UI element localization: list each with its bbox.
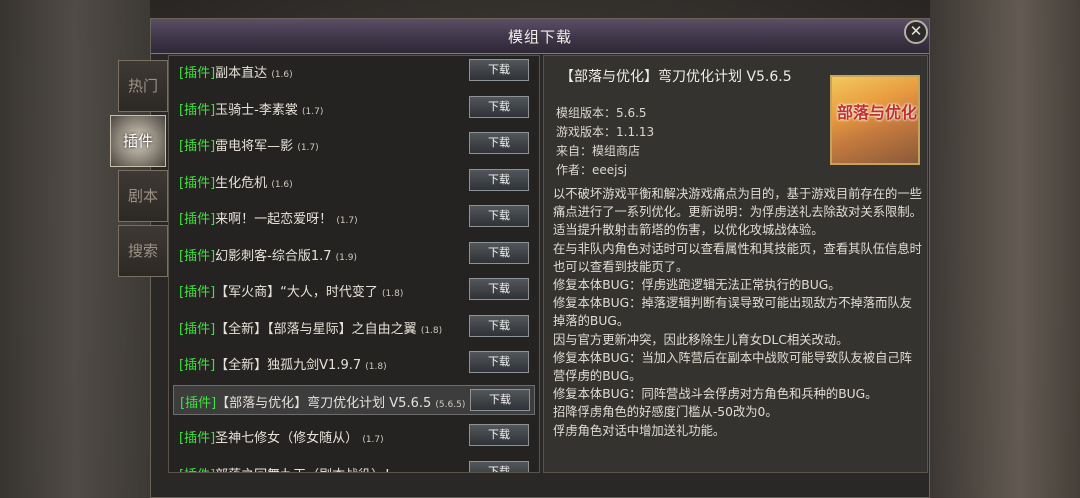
background-right	[930, 0, 1080, 498]
mod-version-tag: (1.6)	[271, 70, 293, 80]
mod-description: 以不破坏游戏平衡和解决游戏痛点为目的，基于游戏目前存在的一些痛点进行了一系列优化…	[553, 187, 922, 438]
mod-name: [插件]雷电将军—影 (1.7)	[179, 135, 319, 154]
list-item[interactable]: [插件]雷电将军—影 (1.7) 下载	[173, 129, 535, 159]
mod-title: 雷电将军—影	[215, 139, 294, 154]
download-button[interactable]: 下载	[469, 351, 529, 373]
mod-tag: [插件]	[179, 248, 216, 264]
mod-name: [插件]幻影刺客-综合版1.7 (1.9)	[179, 245, 357, 264]
download-button[interactable]: 下载	[469, 59, 529, 81]
list-item[interactable]: [插件]【军火商】“大人，时代变了 (1.8) 下载	[173, 275, 535, 305]
mod-name: [插件]【军火商】“大人，时代变了 (1.8)	[179, 281, 403, 300]
mod-tag: [插件]	[179, 285, 216, 300]
mod-title: 玉骑士-李素裳	[215, 102, 298, 118]
mod-title: 部落之回舞九天（剧本战役）！	[215, 468, 397, 473]
mod-title: 副本直达	[215, 66, 268, 81]
tab-search[interactable]: 搜索	[118, 225, 168, 277]
download-button[interactable]: 下载	[469, 460, 529, 472]
mod-name: [插件]来啊！一起恋爱呀！ (1.7)	[179, 208, 358, 227]
download-button[interactable]: 下载	[469, 168, 529, 191]
mod-version-tag: (1.7)	[401, 472, 422, 473]
mod-version-tag: (1.8)	[382, 289, 404, 299]
mod-title: 生化危机	[215, 175, 268, 191]
mod-version: 模组版本：5.6.5	[556, 106, 647, 120]
mod-title: 【全新】【部落与星际】之自由之翼	[215, 321, 417, 337]
tab-scripts[interactable]: 剧本	[118, 170, 168, 222]
mod-title: 【全新】独孤九剑V1.9.7	[215, 358, 362, 373]
mod-name: [插件]【全新】独孤九剑V1.9.7 (1.8)	[179, 354, 387, 373]
list-item[interactable]: [插件]生化危机 (1.6) 下载	[173, 166, 535, 196]
mod-version-tag: (1.7)	[362, 435, 384, 445]
mod-thumbnail: 部落与优化	[830, 75, 920, 165]
mod-title: 【部落与优化】弯刀优化计划 V5.6.5	[216, 395, 432, 411]
mod-author: 作者：eeejsj	[556, 163, 628, 177]
mod-name: [插件]【部落与优化】弯刀优化计划 V5.6.5 (5.6.5)	[180, 392, 465, 411]
mod-version-tag: (1.8)	[365, 362, 387, 372]
list-item[interactable]: [插件]副本直达 (1.6) 下载	[173, 56, 535, 86]
list-item[interactable]: [插件]幻影刺客-综合版1.7 (1.9) 下载	[173, 239, 535, 269]
mod-version-tag: (1.6)	[271, 179, 293, 190]
download-button[interactable]: 下载	[470, 388, 530, 411]
tab-plugins[interactable]: 插件	[110, 115, 166, 167]
mod-tag: [插件]	[179, 321, 216, 337]
tab-hot[interactable]: 热门	[118, 60, 168, 112]
list-item[interactable]: [插件]【全新】【部落与星际】之自由之翼 (1.8) 下载	[173, 312, 535, 342]
mod-version-tag: (1.7)	[302, 106, 324, 117]
mod-version-tag: (1.8)	[420, 325, 443, 336]
mod-tag: [插件]	[179, 468, 215, 473]
mod-title: 来啊！一起恋爱呀！	[215, 212, 333, 227]
list-item[interactable]: [插件]来啊！一起恋爱呀！ (1.7) 下载	[173, 202, 535, 232]
mod-name: [插件]玉骑士-李素裳 (1.7)	[179, 99, 323, 118]
mod-name: [插件]部落之回舞九天（剧本战役）！ (1.7)	[179, 464, 423, 473]
download-button[interactable]: 下载	[469, 132, 529, 154]
mod-tag: [插件]	[179, 66, 216, 81]
mod-tag: [插件]	[179, 139, 216, 154]
mod-tag: [插件]	[179, 431, 216, 446]
download-button[interactable]: 下载	[469, 424, 529, 446]
detail-title: 【部落与优化】弯刀优化计划 V5.6.5	[560, 69, 792, 85]
list-item-selected[interactable]: [插件]【部落与优化】弯刀优化计划 V5.6.5 (5.6.5) 下载	[173, 384, 535, 415]
mod-tag: [插件]	[180, 395, 217, 411]
mod-list[interactable]: [插件]副本直达 (1.6) 下载 [插件]玉骑士-李素裳 (1.7) 下载 [插件]雷…	[168, 55, 540, 473]
mod-version-tag: (5.6.5)	[435, 399, 466, 410]
list-item[interactable]: [插件]圣神七修女（修女随从） (1.7) 下载	[173, 421, 535, 451]
close-icon[interactable]: ✕	[904, 20, 928, 44]
mod-title: 【军火商】“大人，时代变了	[215, 285, 378, 300]
game-version: 游戏版本：1.1.13	[556, 125, 655, 139]
mod-version-tag: (1.7)	[336, 216, 358, 226]
mod-tag: [插件]	[179, 175, 216, 191]
mod-name: [插件]副本直达 (1.6)	[179, 62, 293, 81]
download-button[interactable]: 下载	[469, 241, 529, 264]
mod-tag: [插件]	[179, 102, 216, 118]
mod-version-tag: (1.7)	[297, 143, 319, 153]
mod-name: [插件]圣神七修女（修女随从） (1.7)	[179, 427, 384, 446]
mod-detail-panel: 【部落与优化】弯刀优化计划 V5.6.5 模组版本：5.6.5 游戏版本：1.1…	[543, 55, 928, 473]
thumbnail-text: 部落与优化	[836, 103, 917, 122]
window-title: 模组下载	[507, 28, 572, 46]
download-button[interactable]: 下载	[469, 205, 529, 227]
download-button[interactable]: 下载	[469, 95, 529, 118]
mod-name: [插件]【全新】【部落与星际】之自由之翼 (1.8)	[179, 318, 442, 337]
list-item[interactable]: [插件]玉骑士-李素裳 (1.7) 下载	[173, 93, 535, 123]
list-item[interactable]: [插件]部落之回舞九天（剧本战役）！ (1.7) 下载	[173, 458, 535, 473]
mod-source: 来自：模组商店	[556, 144, 641, 158]
download-button[interactable]: 下载	[469, 314, 529, 337]
mod-tag: [插件]	[179, 212, 216, 227]
title-bar: 模组下载	[151, 19, 929, 54]
mod-version-tag: (1.9)	[335, 252, 358, 263]
mod-tag: [插件]	[179, 358, 216, 373]
mod-title: 幻影刺客-综合版1.7	[215, 248, 332, 264]
mod-name: [插件]生化危机 (1.6)	[179, 172, 293, 191]
list-item[interactable]: [插件]【全新】独孤九剑V1.9.7 (1.8) 下载	[173, 348, 535, 378]
mod-title: 圣神七修女（修女随从）	[215, 431, 359, 446]
download-button[interactable]: 下载	[469, 278, 529, 300]
